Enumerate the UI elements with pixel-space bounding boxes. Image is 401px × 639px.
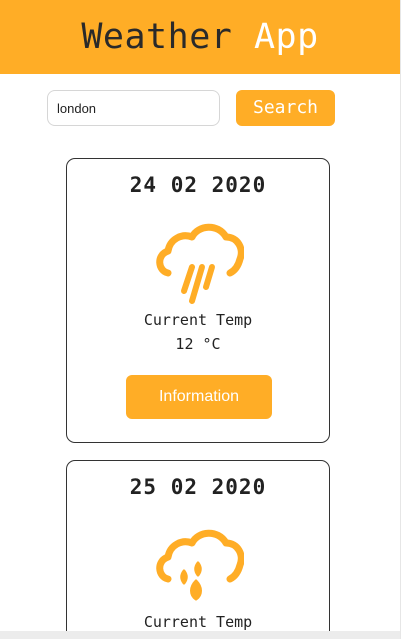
weather-app-page: Weather App Search 24 02 2020 Current Te… <box>0 0 401 639</box>
search-button[interactable]: Search <box>236 90 335 126</box>
forecast-card: 25 02 2020 Current Temp <box>66 460 330 639</box>
app-title-part1: Weather <box>81 17 233 57</box>
current-temp-label: Current Temp <box>143 311 253 329</box>
forecast-card: 24 02 2020 Current Temp 12 °C Informatio… <box>66 158 330 443</box>
horizontal-scrollbar[interactable] <box>0 631 401 639</box>
app-title-part2: App <box>253 17 319 57</box>
current-temp-value: 12 °C <box>175 335 221 353</box>
search-bar: Search <box>0 90 400 126</box>
information-button[interactable]: Information <box>126 375 272 419</box>
current-temp-label: Current Temp <box>143 613 253 631</box>
app-header: Weather App <box>0 0 400 74</box>
forecast-date: 25 02 2020 <box>129 475 267 499</box>
cloud-drizzle-icon <box>156 529 244 601</box>
forecast-date: 24 02 2020 <box>129 173 267 197</box>
search-input[interactable] <box>47 90 220 126</box>
cloud-rain-icon <box>156 223 244 304</box>
